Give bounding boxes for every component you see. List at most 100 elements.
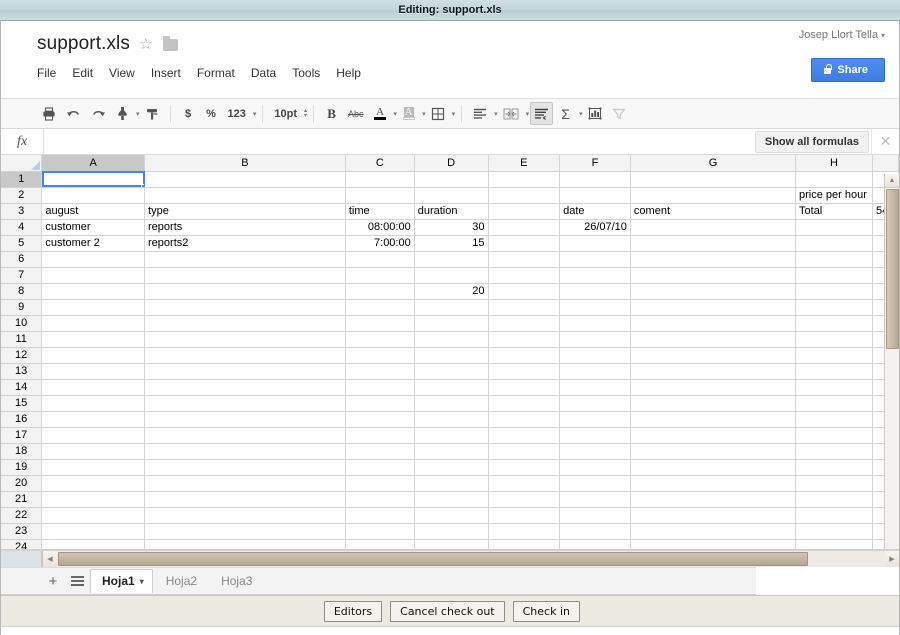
cell-G20[interactable] — [630, 475, 797, 492]
cell-D4[interactable]: 30 — [414, 219, 489, 236]
cell-B5[interactable]: reports2 — [144, 235, 346, 252]
menu-format[interactable]: Format — [189, 64, 243, 82]
cell-A13[interactable] — [41, 363, 146, 380]
cell-C7[interactable] — [345, 267, 415, 284]
cell-H9[interactable] — [795, 299, 873, 316]
cell-F15[interactable] — [559, 395, 631, 412]
merge-cells-icon[interactable] — [499, 102, 523, 125]
cell-F18[interactable] — [559, 443, 631, 460]
row-header-19[interactable]: 19 — [1, 459, 43, 476]
cell-G10[interactable] — [630, 315, 797, 332]
cell-A17[interactable] — [41, 427, 146, 444]
cell-F7[interactable] — [559, 267, 631, 284]
cell-H4[interactable] — [795, 219, 873, 236]
cell-A23[interactable] — [41, 523, 146, 540]
cell-F20[interactable] — [559, 475, 631, 492]
cell-B22[interactable] — [144, 507, 346, 524]
cell-C19[interactable] — [345, 459, 415, 476]
cell-F2[interactable] — [559, 187, 631, 204]
cell-C12[interactable] — [345, 347, 415, 364]
select-all-corner[interactable] — [1, 155, 43, 172]
cell-B17[interactable] — [144, 427, 346, 444]
menu-insert[interactable]: Insert — [143, 64, 189, 82]
cell-C11[interactable] — [345, 331, 415, 348]
cell-B1[interactable] — [144, 171, 346, 188]
fill-color-button[interactable]: A — [398, 102, 419, 125]
cell-F1[interactable] — [559, 171, 631, 188]
check-in-button[interactable]: Check in — [512, 600, 580, 622]
cell-H8[interactable] — [795, 283, 873, 300]
cell-B21[interactable] — [144, 491, 346, 508]
cell-E23[interactable] — [488, 523, 561, 540]
cell-B20[interactable] — [144, 475, 346, 492]
cell-G18[interactable] — [630, 443, 797, 460]
cell-A9[interactable] — [41, 299, 146, 316]
cell-B6[interactable] — [144, 251, 346, 268]
cell-E5[interactable] — [488, 235, 561, 252]
cell-H3[interactable]: Total — [795, 203, 873, 220]
row-header-21[interactable]: 21 — [1, 491, 43, 508]
show-all-formulas-button[interactable]: Show all formulas — [754, 130, 869, 153]
cell-D15[interactable] — [414, 395, 489, 412]
percent-format-button[interactable]: % — [201, 102, 222, 125]
cell-B11[interactable] — [144, 331, 346, 348]
paint-format-dropdown-icon[interactable]: ▾ — [136, 110, 140, 118]
cell-G22[interactable] — [630, 507, 797, 524]
column-header-f[interactable]: F — [559, 155, 631, 172]
text-color-dropdown-icon[interactable]: ▾ — [394, 110, 398, 118]
align-dropdown-icon[interactable]: ▾ — [494, 110, 498, 118]
bold-button[interactable]: B — [321, 102, 342, 125]
cell-A12[interactable] — [41, 347, 146, 364]
cell-C22[interactable] — [345, 507, 415, 524]
cell-B18[interactable] — [144, 443, 346, 460]
wrap-text-icon[interactable] — [530, 102, 554, 125]
cell-A1[interactable] — [41, 171, 146, 188]
cell-A22[interactable] — [41, 507, 146, 524]
cell-D2[interactable] — [414, 187, 489, 204]
cell-E3[interactable] — [488, 203, 561, 220]
cell-D5[interactable]: 15 — [414, 235, 489, 252]
cell-G8[interactable] — [630, 283, 797, 300]
cell-A19[interactable] — [41, 459, 146, 476]
cell-G15[interactable] — [630, 395, 797, 412]
cell-E9[interactable] — [488, 299, 561, 316]
cell-E13[interactable] — [488, 363, 561, 380]
row-header-7[interactable]: 7 — [1, 267, 43, 284]
cell-D16[interactable] — [414, 411, 489, 428]
cell-A11[interactable] — [41, 331, 146, 348]
cell-C13[interactable] — [345, 363, 415, 380]
sum-dropdown-icon[interactable]: ▾ — [579, 110, 583, 118]
cell-E17[interactable] — [488, 427, 561, 444]
cell-C3[interactable]: time — [345, 203, 415, 220]
cell-H2[interactable]: price per hour — [795, 187, 873, 204]
cell-G3[interactable]: coment — [630, 203, 797, 220]
row-header-16[interactable]: 16 — [1, 411, 43, 428]
paint-format-icon[interactable] — [112, 102, 133, 125]
cell-E4[interactable] — [488, 219, 561, 236]
cell-D20[interactable] — [414, 475, 489, 492]
cell-G9[interactable] — [630, 299, 797, 316]
cell-C15[interactable] — [345, 395, 415, 412]
row-header-4[interactable]: 4 — [1, 219, 43, 236]
column-header-a[interactable]: A — [41, 155, 146, 172]
close-icon[interactable]: ✕ — [871, 129, 899, 154]
cell-F17[interactable] — [559, 427, 631, 444]
print-icon[interactable] — [38, 102, 60, 125]
all-sheets-icon[interactable] — [65, 570, 89, 592]
scroll-up-arrow-icon[interactable]: ▲ — [885, 174, 899, 188]
currency-format-button[interactable]: $ — [178, 102, 199, 125]
cell-H13[interactable] — [795, 363, 873, 380]
cell-D19[interactable] — [414, 459, 489, 476]
cell-F10[interactable] — [559, 315, 631, 332]
cell-A15[interactable] — [41, 395, 146, 412]
cell-E11[interactable] — [488, 331, 561, 348]
cell-E14[interactable] — [488, 379, 561, 396]
cell-G1[interactable] — [630, 171, 797, 188]
cell-E12[interactable] — [488, 347, 561, 364]
cell-A3[interactable]: august — [41, 203, 146, 220]
add-sheet-button[interactable]: + — [41, 570, 65, 592]
menu-help[interactable]: Help — [328, 64, 369, 82]
cell-B4[interactable]: reports — [144, 219, 346, 236]
cell-F21[interactable] — [559, 491, 631, 508]
cell-E21[interactable] — [488, 491, 561, 508]
